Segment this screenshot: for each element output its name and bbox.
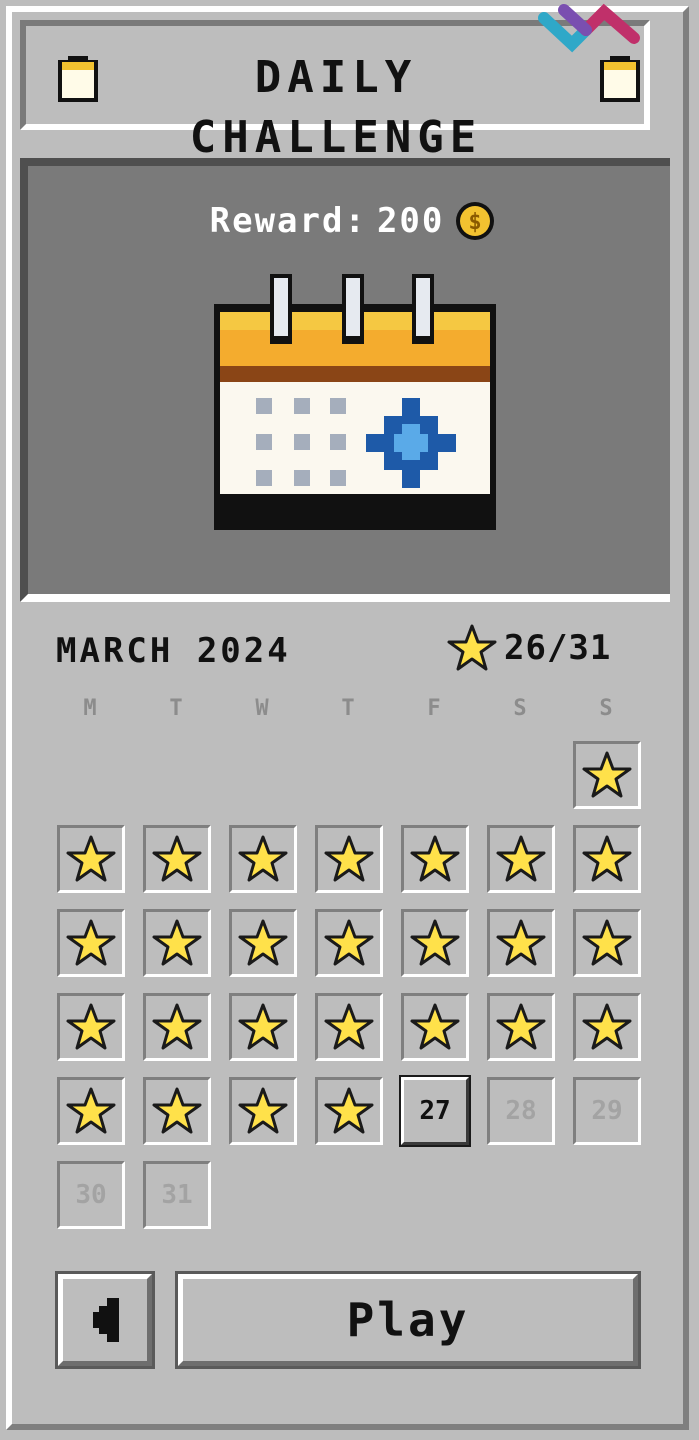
star-icon <box>238 1087 288 1134</box>
day-cell-23[interactable] <box>57 1077 125 1145</box>
star-icon <box>324 1087 374 1134</box>
star-icon <box>496 1003 546 1050</box>
day-cell-11[interactable] <box>229 909 297 977</box>
day-cell-15[interactable] <box>573 909 641 977</box>
weekday-label: T <box>341 696 355 721</box>
star-icon <box>410 1003 460 1050</box>
day-cell-27[interactable]: 27 <box>399 1075 471 1147</box>
day-cell-20[interactable] <box>401 993 469 1061</box>
weekday-label: M <box>83 696 97 721</box>
back-button[interactable] <box>55 1271 155 1369</box>
day-cell-12[interactable] <box>315 909 383 977</box>
star-icon <box>238 1003 288 1050</box>
day-cell-8[interactable] <box>573 825 641 893</box>
star-icon <box>496 835 546 882</box>
calendar-icon <box>214 274 496 530</box>
day-cell-13[interactable] <box>401 909 469 977</box>
jar-icon <box>58 56 98 102</box>
star-icon <box>66 835 116 882</box>
day-cell-16[interactable] <box>57 993 125 1061</box>
page-title: DAILY CHALLENGE <box>189 52 483 163</box>
jar-icon <box>600 56 640 102</box>
day-number: 31 <box>161 1180 193 1210</box>
reward-label: Reward: <box>209 201 367 241</box>
star-icon <box>496 919 546 966</box>
weekday-label: S <box>513 696 527 721</box>
day-cell-31[interactable]: 31 <box>143 1161 211 1229</box>
star-icon <box>238 919 288 966</box>
star-icon <box>410 919 460 966</box>
stars-count: 26/31 <box>504 628 612 668</box>
star-icon <box>324 835 374 882</box>
weekday-row: MTWTFSS <box>56 696 641 726</box>
star-icon <box>582 751 632 798</box>
day-cell-7[interactable] <box>487 825 555 893</box>
weekday-label: F <box>427 696 441 721</box>
day-number: 30 <box>75 1180 107 1210</box>
star-icon <box>66 1087 116 1134</box>
day-number: 27 <box>419 1096 451 1126</box>
play-label: Play <box>346 1293 470 1347</box>
day-cell-17[interactable] <box>143 993 211 1061</box>
back-arrow-icon <box>93 1298 119 1342</box>
day-cell-5[interactable] <box>315 825 383 893</box>
day-cell-10[interactable] <box>143 909 211 977</box>
day-cell-28[interactable]: 28 <box>487 1077 555 1145</box>
day-cell-3[interactable] <box>143 825 211 893</box>
day-cell-18[interactable] <box>229 993 297 1061</box>
coin-icon: $ <box>456 202 495 240</box>
day-cell-21[interactable] <box>487 993 555 1061</box>
hero-panel: Reward: 200 $ <box>20 158 670 602</box>
weekday-label: W <box>255 696 269 721</box>
star-icon <box>582 1003 632 1050</box>
stars-summary: 26/31 <box>446 618 646 678</box>
play-button[interactable]: Play <box>175 1271 641 1369</box>
star-icon <box>66 919 116 966</box>
day-cell-24[interactable] <box>143 1077 211 1145</box>
star-icon <box>152 835 202 882</box>
star-icon <box>66 1003 116 1050</box>
day-cell-26[interactable] <box>315 1077 383 1145</box>
reward-amount: 200 <box>376 201 445 241</box>
star-icon <box>152 1087 202 1134</box>
day-number: 29 <box>591 1096 623 1126</box>
day-cell-2[interactable] <box>57 825 125 893</box>
star-icon <box>410 835 460 882</box>
star-icon <box>152 919 202 966</box>
star-icon <box>152 1003 202 1050</box>
day-cell-6[interactable] <box>401 825 469 893</box>
day-cell-4[interactable] <box>229 825 297 893</box>
weekday-label: S <box>599 696 613 721</box>
star-icon <box>582 919 632 966</box>
star-icon <box>582 835 632 882</box>
day-cell-1[interactable] <box>573 741 641 809</box>
day-cell-25[interactable] <box>229 1077 297 1145</box>
svg-text:$: $ <box>469 210 482 235</box>
brand-logo <box>538 3 640 53</box>
day-cell-22[interactable] <box>573 993 641 1061</box>
reward-row: Reward: 200 $ <box>28 198 678 244</box>
day-cell-14[interactable] <box>487 909 555 977</box>
weekday-label: T <box>169 696 183 721</box>
star-icon <box>447 624 497 671</box>
day-cell-9[interactable] <box>57 909 125 977</box>
star-icon <box>238 835 288 882</box>
day-cell-19[interactable] <box>315 993 383 1061</box>
day-cell-29[interactable]: 29 <box>573 1077 641 1145</box>
star-icon <box>324 919 374 966</box>
star-icon <box>324 1003 374 1050</box>
day-number: 28 <box>505 1096 537 1126</box>
month-label: MARCH 2024 <box>56 631 291 671</box>
day-cell-30[interactable]: 30 <box>57 1161 125 1229</box>
